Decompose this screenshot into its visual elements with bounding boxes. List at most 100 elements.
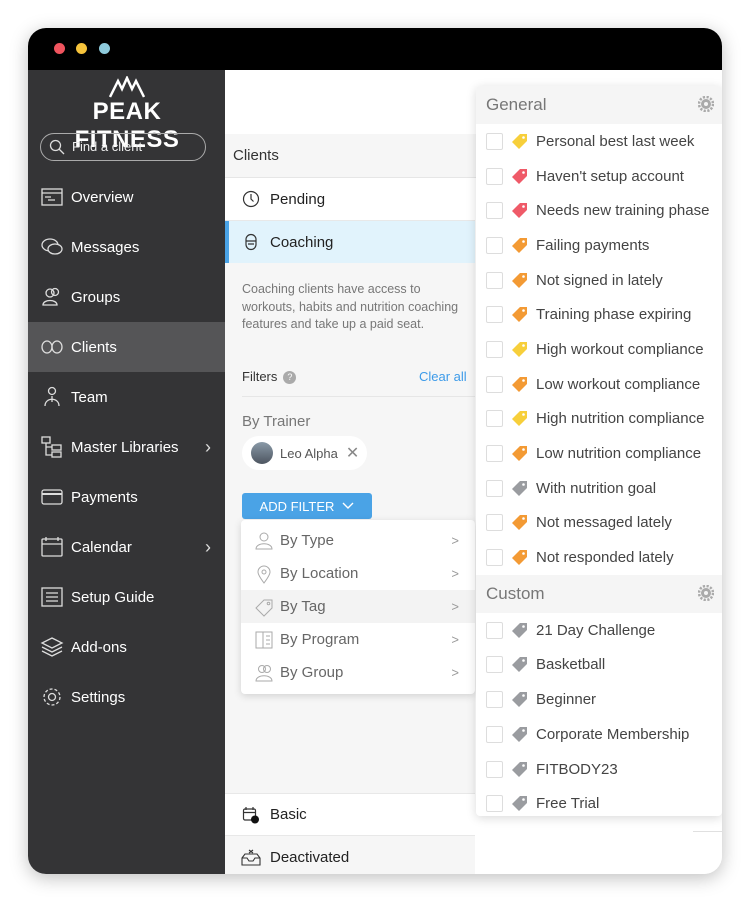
tag-checkbox[interactable] [486,621,503,639]
sidebar-item-calendar[interactable]: Calendar › [28,522,225,572]
tag-row[interactable]: Training phase expiring [476,297,722,332]
add-filter-button[interactable]: ADD FILTER [242,493,372,519]
tag-row[interactable]: FITBODY23 [476,752,722,787]
tag-row[interactable]: Personal best last week [476,124,722,159]
tag-row[interactable]: Low nutrition compliance [476,436,722,471]
filters-label: Filters? [242,369,297,385]
app-window: PEAK FITNESS Find a client Overview Messa… [28,28,722,874]
segment-label: Pending [270,190,326,208]
sidebar-item-add-ons[interactable]: Add-ons [28,622,225,672]
tag-row[interactable]: Low workout compliance [476,367,722,402]
tag-row[interactable]: Beginner [476,682,722,717]
sidebar-item-groups[interactable]: Groups [28,272,225,322]
settings-icon [40,685,64,709]
tag-checkbox[interactable] [486,549,503,567]
sidebar-item-team[interactable]: Team [28,372,225,422]
add-filter-label: ADD FILTER [259,498,335,514]
tag-row[interactable]: Not responded lately [476,540,722,575]
tag-row[interactable]: Free Trial [476,786,722,816]
tag-checkbox[interactable] [486,167,503,185]
sidebar-item-messages[interactable]: Messages [28,222,225,272]
tag-label: Training phase expiring [536,306,692,324]
trainer-name: Leo Alpha [280,445,338,461]
groups-icon [40,285,64,309]
sidebar-item-clients[interactable]: Clients [28,322,225,372]
tag-label: Not responded lately [536,549,674,567]
remove-chip-icon[interactable]: ✕ [346,443,359,463]
tag-checkbox[interactable] [486,236,503,254]
minimize-window-button[interactable] [76,43,87,54]
tag-icon [511,376,528,393]
sidebar-item-payments[interactable]: Payments [28,472,225,522]
segment-pending[interactable]: Pending [225,178,475,221]
tag-checkbox[interactable] [486,202,503,220]
tag-checkbox[interactable] [486,340,503,358]
mountain-logo-icon [109,76,145,98]
sidebar-item-setup-guide[interactable]: Setup Guide [28,572,225,622]
sidebar-item-overview[interactable]: Overview [28,172,225,222]
tag-checkbox[interactable] [486,795,503,813]
tag-checkbox[interactable] [486,725,503,743]
tag-label: Haven't setup account [536,167,684,185]
gear-icon[interactable] [697,95,715,117]
tag-row[interactable]: Not messaged lately [476,506,722,541]
filter-menu-item-by-type[interactable]: By Type > [241,524,475,557]
tag-row[interactable]: 21 Day Challenge [476,613,722,648]
maximize-window-button[interactable] [99,43,110,54]
filter-menu-item-by-group[interactable]: By Group > [241,656,475,689]
tag-label: Low workout compliance [536,375,701,393]
tag-row[interactable]: Basketball [476,648,722,683]
tag-icon [511,133,528,150]
gear-icon[interactable] [697,584,715,606]
tag-row[interactable]: High nutrition compliance [476,402,722,437]
sidebar-item-label: Messages [71,238,140,256]
tag-checkbox[interactable] [486,514,503,532]
tag-label: Low nutrition compliance [536,445,702,463]
segment-deactivated[interactable]: Deactivated [225,836,475,874]
find-client-search[interactable]: Find a client [40,133,206,161]
tag-row[interactable]: Corporate Membership [476,717,722,752]
tag-row[interactable]: Not signed in lately [476,263,722,298]
tag-row[interactable]: Needs new training phase [476,193,722,228]
segment-coaching[interactable]: Coaching [225,221,475,264]
sidebar-item-label: Calendar [71,538,132,556]
tag-checkbox[interactable] [486,132,503,150]
clear-all-link[interactable]: Clear all [419,369,467,384]
tag-checkbox[interactable] [486,410,503,428]
filter-menu-item-by-location[interactable]: By Location > [241,557,475,590]
tag-row[interactable]: High workout compliance [476,332,722,367]
tag-row[interactable]: Failing payments [476,228,722,263]
libraries-icon [40,435,64,459]
tag-checkbox[interactable] [486,375,503,393]
filter-menu-item-by-tag[interactable]: By Tag > [241,590,475,623]
filter-menu-item-by-program[interactable]: By Program > [241,623,475,656]
filters-text: Filters [242,369,278,384]
sidebar-item-master-libraries[interactable]: Master Libraries › [28,422,225,472]
tag-checkbox[interactable] [486,271,503,289]
help-icon[interactable]: ? [283,371,297,385]
tag-checkbox[interactable] [486,760,503,778]
person-icon [253,531,275,551]
sidebar-item-label: Clients [71,338,117,356]
tag-icon [511,761,528,778]
close-window-button[interactable] [54,43,65,54]
tag-checkbox[interactable] [486,306,503,324]
trainer-filter-chip: Leo Alpha ✕ [242,436,367,470]
tag-checkbox[interactable] [486,479,503,497]
tag-checkbox[interactable] [486,691,503,709]
divider [693,831,722,832]
tag-icon [511,341,528,358]
tag-row[interactable]: With nutrition goal [476,471,722,506]
sidebar-item-label: Master Libraries [71,438,179,456]
segment-basic[interactable]: Basic [225,793,475,836]
tag-icon [511,237,528,254]
sidebar-item-settings[interactable]: Settings [28,672,225,722]
filter-menu-label: By Program [280,631,360,648]
sidebar: PEAK FITNESS Find a client Overview Messa… [28,70,225,874]
tag-checkbox[interactable] [486,445,503,463]
addons-icon [40,635,64,659]
tag-row[interactable]: Haven't setup account [476,159,722,194]
tag-checkbox[interactable] [486,656,503,674]
segment-label: Deactivated [270,849,350,866]
coaching-description: Coaching clients have access to workouts… [242,282,459,331]
